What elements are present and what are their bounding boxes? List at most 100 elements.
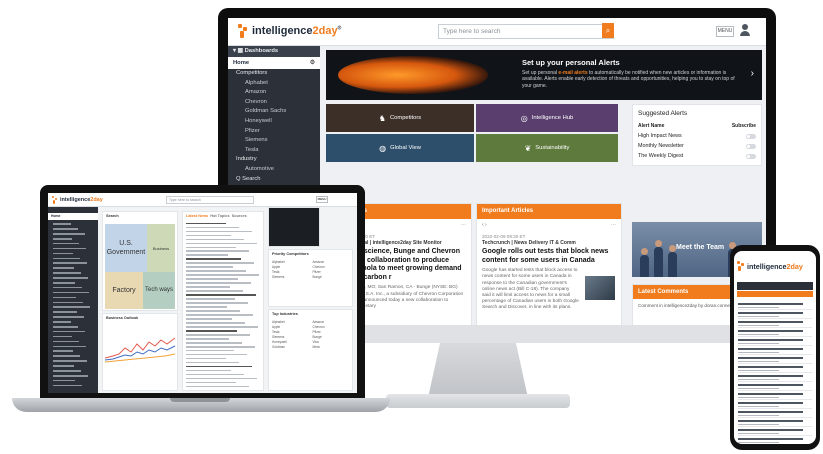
list-item[interactable] [738, 364, 812, 373]
sidebar-item[interactable]: Alphabet [228, 79, 320, 89]
email-alerts-link[interactable]: e-mail alerts [558, 70, 587, 76]
tab-latest-news[interactable]: Latest News [186, 214, 208, 218]
tile-intelligence-hub[interactable]: ◎ Intelligence Hub [476, 104, 618, 132]
tile-competitors[interactable]: ♞ Competitors [326, 104, 474, 132]
gear-icon[interactable]: ⚙ [310, 57, 315, 69]
tab-sources[interactable]: Sources [232, 214, 247, 218]
list-item[interactable] [738, 436, 812, 444]
list-item[interactable] [738, 373, 812, 382]
company-item[interactable]: Siemens [272, 275, 309, 279]
more-icon[interactable]: ⋯ [461, 222, 466, 228]
treemap-cell[interactable]: Factory [105, 272, 143, 309]
company-item[interactable]: Bunge [313, 335, 350, 339]
article-source: Techcrunch | News Delivery IT & Comm [482, 240, 576, 246]
company-item[interactable]: Bunge [313, 275, 350, 279]
leaf-icon: ❦ [524, 143, 532, 153]
company-item[interactable]: Meta [313, 345, 350, 349]
sidebar-item[interactable]: Chevron [228, 98, 320, 108]
company-item[interactable]: Chevron [313, 265, 350, 269]
company-item[interactable]: Apple [272, 265, 309, 269]
list-item[interactable] [738, 301, 812, 310]
alerts-banner[interactable]: Set up your personal Alerts Set up perso… [326, 50, 762, 100]
search-input[interactable]: Type here to search [438, 24, 614, 39]
sidebar-item[interactable]: Siemens [228, 136, 320, 146]
sidebar-item[interactable]: Industry [228, 155, 320, 165]
phone-nav-bar[interactable] [737, 282, 813, 290]
news-line [186, 374, 244, 376]
list-item[interactable] [738, 382, 812, 391]
menu-button[interactable]: MENU [316, 196, 328, 203]
company-item[interactable]: Apple [272, 325, 309, 329]
more-icon[interactable]: ⋯ [611, 222, 616, 228]
tile-global-view[interactable]: ◍ Global View [326, 134, 474, 162]
news-line [186, 334, 250, 336]
news-line [186, 266, 233, 268]
sidebar-item[interactable]: Q Search [228, 175, 320, 185]
list-item[interactable] [738, 346, 812, 355]
sidebar-item[interactable]: Goldman Sachs [228, 107, 320, 117]
sidebar-line [53, 340, 79, 343]
sidebar-item[interactable]: Automotive [228, 165, 320, 175]
company-item[interactable]: Pfizer [313, 330, 350, 334]
phone-section-bar[interactable] [737, 291, 813, 297]
list-item[interactable] [738, 400, 812, 409]
company-item[interactable]: Alphabet [272, 320, 309, 324]
news-line [186, 385, 249, 388]
sidebar-item[interactable]: Pfizer [228, 127, 320, 137]
company-item[interactable]: Siemens [272, 335, 309, 339]
list-item[interactable] [738, 328, 812, 337]
treemap-cell[interactable]: U.S. Government [105, 224, 147, 272]
line-chart-title: Business Outlook [106, 316, 139, 320]
treemap-cell[interactable]: Business [147, 224, 175, 272]
sidebar-section-dashboards[interactable]: ▾ ▦ Dashboards [228, 46, 320, 57]
company-item[interactable]: Goldman [272, 345, 309, 349]
list-item[interactable] [738, 409, 812, 418]
company-item[interactable]: Tesla [272, 330, 309, 334]
list-item[interactable] [738, 319, 812, 328]
sidebar-item[interactable]: Tesla [228, 146, 320, 156]
sidebar-item[interactable]: Honeywell [228, 117, 320, 127]
news-line [186, 246, 236, 248]
suggested-alerts-title: Suggested Alerts [638, 110, 688, 117]
list-item[interactable] [738, 391, 812, 400]
subscribe-toggle[interactable] [746, 143, 756, 149]
company-item[interactable]: Pfizer [313, 270, 350, 274]
company-item[interactable]: Tesla [272, 270, 309, 274]
article-thumbnail[interactable] [585, 276, 615, 300]
sidebar-item[interactable]: Competitors [228, 69, 320, 79]
article-title[interactable]: Google rolls out tests that block news c… [477, 247, 621, 266]
menu-button[interactable]: MENU [716, 26, 734, 37]
subscribe-toggle[interactable] [746, 153, 756, 159]
tile-sustainability[interactable]: ❦ Sustainability [476, 134, 618, 162]
search-button[interactable]: ⌕ [602, 23, 614, 38]
list-item[interactable] [738, 418, 812, 427]
company-item[interactable]: Amazon [313, 320, 350, 324]
company-item[interactable]: Alphabet [272, 260, 309, 264]
chevron-right-icon[interactable]: › [751, 68, 754, 79]
search-input[interactable]: Type here to search [166, 196, 254, 204]
alert-row: Monthly Newsletter [633, 141, 761, 151]
sidebar-line [53, 335, 72, 338]
news-line [186, 298, 235, 300]
sidebar-item[interactable]: Amazon [228, 88, 320, 98]
brand-logo[interactable]: intelligence2day [52, 196, 103, 204]
list-item[interactable] [738, 310, 812, 319]
nav-icon[interactable]: ‹ › [482, 222, 487, 228]
company-item[interactable]: Visa [313, 340, 350, 344]
brand-logo[interactable]: intelligence2day [737, 261, 803, 271]
list-item[interactable] [738, 337, 812, 346]
list-item[interactable] [738, 355, 812, 364]
list-item[interactable] [738, 427, 812, 436]
brand-logo[interactable]: intelligence2day® [238, 24, 341, 38]
company-item[interactable]: Amazon [313, 260, 350, 264]
treemap-cell[interactable]: Tech ways [143, 272, 175, 309]
company-item[interactable]: Chevron [313, 325, 350, 329]
company-item[interactable]: Honeywell [272, 340, 309, 344]
user-avatar-icon[interactable] [740, 24, 750, 37]
sidebar-line [53, 365, 74, 367]
subscribe-toggle[interactable] [746, 133, 756, 139]
tab-hot-topics[interactable]: Hot Topics [210, 214, 229, 218]
sidebar-item-home[interactable]: Home [48, 213, 98, 220]
sidebar-item-home[interactable]: Home ⚙ [228, 57, 320, 69]
news-line [186, 238, 244, 240]
